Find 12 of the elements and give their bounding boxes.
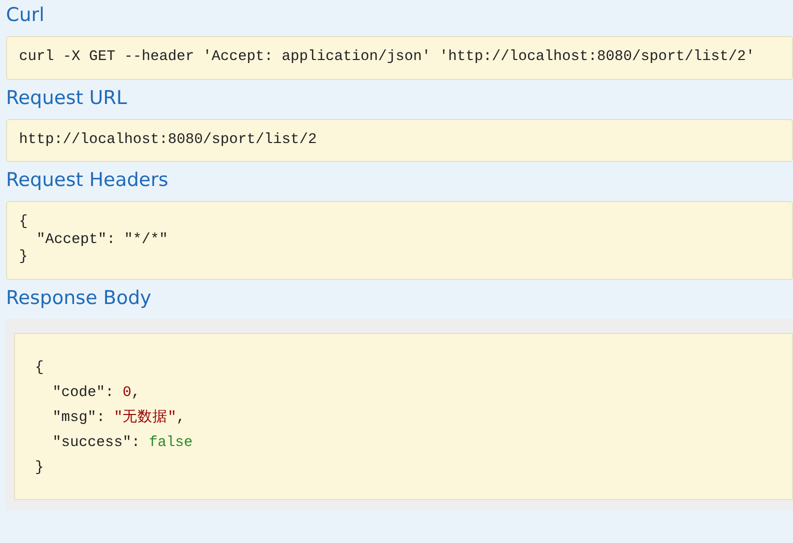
code-block: http://localhost:8080/sport/list/2 [6,118,793,162]
code-line: { [35,358,44,378]
code-line: "msg": "无数据", [52,408,186,428]
section-heading: Request URL [6,86,128,110]
code-block: curl -X GET --header 'Accept: application/json' 'http://localhost:8080/sport/list/2' [6,36,793,80]
code-block: { "Accept": "*/*" } [6,201,793,280]
code-line: } [35,458,44,478]
code-line: "code": 0, [52,384,140,402]
section-heading: Response Body [6,286,152,310]
section-heading: Curl [6,3,46,28]
section-heading: Request Headers [6,168,170,193]
code-line: "success": false [52,434,193,452]
